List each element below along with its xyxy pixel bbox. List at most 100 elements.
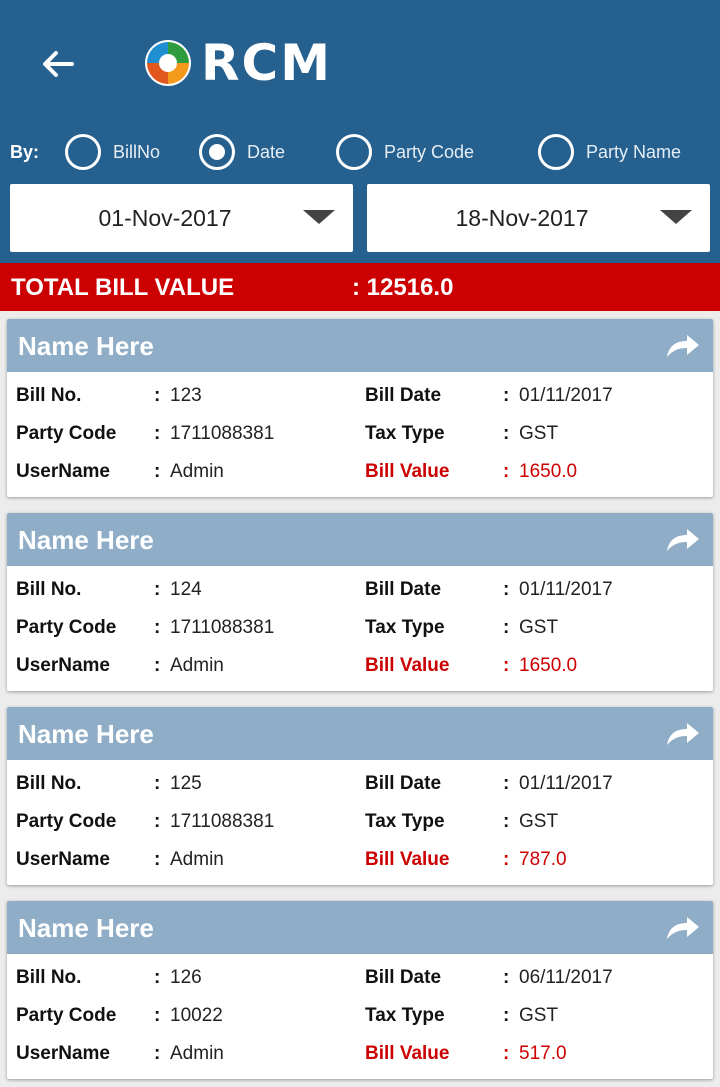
colon: : xyxy=(154,655,161,676)
colon: : xyxy=(503,655,510,676)
bill-no-value: 126 xyxy=(170,967,202,988)
share-icon[interactable] xyxy=(665,333,701,359)
to-date-value: 18-Nov-2017 xyxy=(455,205,589,231)
tax-type-value: GST xyxy=(519,811,559,832)
bill-value-label: Bill Value xyxy=(365,849,450,870)
bill-card[interactable]: Name Here Bill No. : 124 Bill Date : 01/… xyxy=(7,513,713,691)
app-header: RCM By: BillNo Date Party Code Party Nam… xyxy=(0,0,720,263)
tax-type-value: GST xyxy=(519,423,559,444)
to-date-dropdown[interactable]: 18-Nov-2017 xyxy=(367,184,710,252)
username-label: UserName xyxy=(16,1043,110,1064)
bill-value-value: 1650.0 xyxy=(519,461,578,482)
party-code-value: 1711088381 xyxy=(170,617,275,638)
radio-dot xyxy=(209,144,225,160)
colon: : xyxy=(503,423,510,444)
bill-row-3: UserName : Admin Bill Value : 1650.0 xyxy=(16,461,706,491)
rcm-globe-icon xyxy=(145,40,191,86)
bill-card-header: Name Here xyxy=(7,319,713,372)
colon: : xyxy=(503,773,510,794)
bill-row-2: Party Code : 1711088381 Tax Type : GST xyxy=(16,811,706,841)
bill-no-value: 125 xyxy=(170,773,202,794)
bill-row-2: Party Code : 1711088381 Tax Type : GST xyxy=(16,423,706,453)
bill-value-label: Bill Value xyxy=(365,655,450,676)
colon: : xyxy=(154,423,161,444)
party-code-label: Party Code xyxy=(16,811,117,832)
bill-value-label: Bill Value xyxy=(365,1043,450,1064)
by-label: By: xyxy=(10,142,40,162)
bill-row-3: UserName : Admin Bill Value : 517.0 xyxy=(16,1043,706,1073)
tax-type-value: GST xyxy=(519,617,559,638)
rcm-logo: RCM xyxy=(143,36,332,90)
colon: : xyxy=(154,967,161,988)
share-icon[interactable] xyxy=(665,721,701,747)
bill-date-label: Bill Date xyxy=(365,773,442,794)
username-label: UserName xyxy=(16,655,110,676)
party-code-label: Party Code xyxy=(16,617,117,638)
back-arrow-icon[interactable] xyxy=(34,40,82,88)
bill-row-1: Bill No. : 125 Bill Date : 01/11/2017 xyxy=(16,773,706,803)
username-value: Admin xyxy=(170,655,224,676)
radio-circle[interactable] xyxy=(336,134,372,170)
party-name: Name Here xyxy=(18,331,154,361)
bill-no-label: Bill No. xyxy=(16,967,82,988)
colon: : xyxy=(154,849,161,870)
colon: : xyxy=(154,811,161,832)
share-icon[interactable] xyxy=(665,527,701,553)
bill-row-1: Bill No. : 124 Bill Date : 01/11/2017 xyxy=(16,579,706,609)
colon: : xyxy=(503,811,510,832)
bill-value-label: Bill Value xyxy=(365,461,450,482)
share-icon[interactable] xyxy=(665,915,701,941)
bill-card[interactable]: Name Here Bill No. : 125 Bill Date : 01/… xyxy=(7,707,713,885)
bill-date-label: Bill Date xyxy=(365,967,442,988)
from-date-value: 01-Nov-2017 xyxy=(98,205,232,231)
dropdown-caret-icon xyxy=(303,210,335,224)
radio-circle[interactable] xyxy=(65,134,101,170)
bill-no-label: Bill No. xyxy=(16,579,82,600)
bill-no-label: Bill No. xyxy=(16,773,82,794)
colon: : xyxy=(503,617,510,638)
tax-type-label: Tax Type xyxy=(365,811,445,832)
from-date-dropdown[interactable]: 01-Nov-2017 xyxy=(10,184,353,252)
username-label: UserName xyxy=(16,461,110,482)
tax-type-label: Tax Type xyxy=(365,1005,445,1026)
radio-billno[interactable]: BillNo xyxy=(65,132,160,172)
bill-value-value: 1650.0 xyxy=(519,655,578,676)
bill-row-2: Party Code : 1711088381 Tax Type : GST xyxy=(16,617,706,647)
logo-text: RCM xyxy=(201,34,332,92)
bill-row-2: Party Code : 10022 Tax Type : GST xyxy=(16,1005,706,1035)
total-bill-value: : 12516.0 xyxy=(352,274,454,301)
total-bill-bar: TOTAL BILL VALUE : 12516.0 xyxy=(0,263,720,311)
bill-card[interactable]: Name Here Bill No. : 123 Bill Date : 01/… xyxy=(7,319,713,497)
bill-row-1: Bill No. : 123 Bill Date : 01/11/2017 xyxy=(16,385,706,415)
party-code-value: 1711088381 xyxy=(170,811,275,832)
bill-no-value: 123 xyxy=(170,385,202,406)
tax-type-value: GST xyxy=(519,1005,559,1026)
colon: : xyxy=(154,579,161,600)
bill-value-value: 787.0 xyxy=(519,849,567,870)
colon: : xyxy=(154,461,161,482)
radio-label: Party Code xyxy=(384,141,475,162)
colon: : xyxy=(503,579,510,600)
colon: : xyxy=(503,1005,510,1026)
bill-no-value: 124 xyxy=(170,579,202,600)
party-name: Name Here xyxy=(18,719,154,749)
bill-date-label: Bill Date xyxy=(365,385,442,406)
colon: : xyxy=(154,1043,161,1064)
bill-no-label: Bill No. xyxy=(16,385,82,406)
bill-date-value: 01/11/2017 xyxy=(519,579,613,600)
radio-circle[interactable] xyxy=(538,134,574,170)
bill-row-3: UserName : Admin Bill Value : 1650.0 xyxy=(16,655,706,685)
username-value: Admin xyxy=(170,461,224,482)
party-name: Name Here xyxy=(18,525,154,555)
party-code-value: 1711088381 xyxy=(170,423,275,444)
radio-party-name[interactable]: Party Name xyxy=(538,132,681,172)
colon: : xyxy=(154,385,161,406)
radio-label: BillNo xyxy=(113,141,161,162)
colon: : xyxy=(503,849,510,870)
bill-date-value: 01/11/2017 xyxy=(519,773,613,794)
colon: : xyxy=(154,617,161,638)
radio-circle-selected[interactable] xyxy=(199,134,235,170)
radio-date[interactable]: Date xyxy=(199,132,285,172)
bill-card[interactable]: Name Here Bill No. : 126 Bill Date : 06/… xyxy=(7,901,713,1079)
radio-party-code[interactable]: Party Code xyxy=(336,132,474,172)
